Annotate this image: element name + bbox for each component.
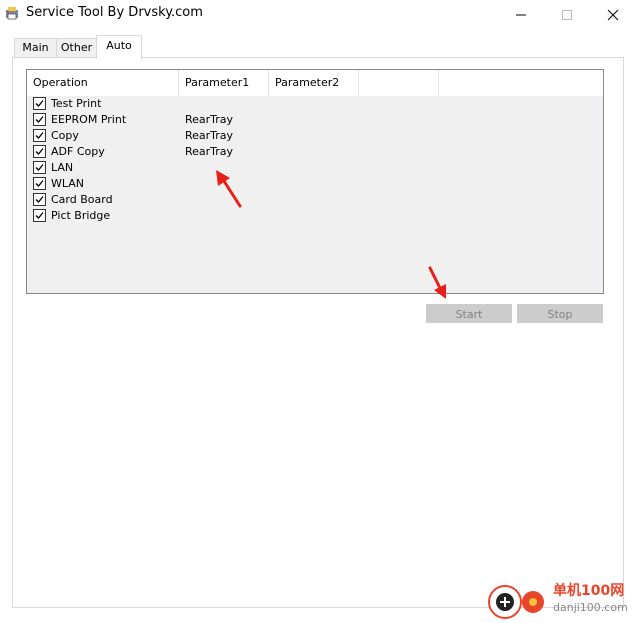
list-item[interactable]: EEPROM Print RearTray [27, 112, 603, 128]
row-checkbox[interactable] [33, 193, 46, 206]
annotation-arrow-icon [428, 266, 446, 299]
row-checkbox[interactable] [33, 209, 46, 222]
annotation-arrow-icon [216, 170, 242, 208]
row-label: Card Board [51, 193, 113, 206]
title-bar[interactable]: Service Tool By Drvsky.com [0, 0, 636, 30]
start-button[interactable]: Start [426, 304, 512, 323]
checkmark-icon [35, 132, 44, 139]
row-param1: RearTray [185, 145, 234, 158]
column-header-operation[interactable]: Operation [27, 70, 179, 96]
maximize-icon [562, 10, 572, 20]
maximize-button[interactable] [544, 0, 590, 30]
stop-button[interactable]: Stop [517, 304, 603, 323]
column-header-parameter2[interactable]: Parameter2 [269, 70, 359, 96]
checkmark-icon [35, 116, 44, 123]
row-label: WLAN [51, 177, 85, 190]
row-label: Test Print [51, 97, 102, 110]
checkmark-icon [35, 100, 44, 107]
row-label: EEPROM Print [51, 113, 127, 126]
minimize-button[interactable] [498, 0, 544, 30]
checkmark-icon [35, 164, 44, 171]
column-header-parameter1[interactable]: Parameter1 [179, 70, 269, 96]
row-label: ADF Copy [51, 145, 105, 158]
row-param1: RearTray [185, 129, 234, 142]
window-title: Service Tool By Drvsky.com [26, 5, 203, 20]
row-param1: RearTray [185, 113, 234, 126]
close-icon [607, 9, 619, 21]
list-item[interactable]: Card Board [27, 192, 603, 208]
list-item[interactable]: WLAN [27, 176, 603, 192]
tab-auto[interactable]: Auto [96, 35, 142, 59]
list-item[interactable]: Copy RearTray [27, 128, 603, 144]
checkmark-icon [35, 148, 44, 155]
list-item[interactable]: Test Print [27, 96, 603, 112]
list-item[interactable]: ADF Copy RearTray [27, 144, 603, 160]
checkmark-icon [35, 196, 44, 203]
row-checkbox[interactable] [33, 145, 46, 158]
list-item[interactable]: Pict Bridge [27, 208, 603, 224]
printer-app-icon [6, 7, 18, 20]
row-checkbox[interactable] [33, 97, 46, 110]
tab-other[interactable]: Other [56, 38, 97, 58]
minimize-icon [516, 14, 526, 16]
list-item[interactable]: LAN [27, 160, 603, 176]
row-checkbox[interactable] [33, 177, 46, 190]
row-checkbox[interactable] [33, 129, 46, 142]
row-label: LAN [51, 161, 74, 174]
column-header-empty [359, 70, 439, 96]
watermark-brand: 单机100网 [553, 583, 625, 599]
list-header: Operation Parameter1 Parameter2 [27, 70, 603, 96]
row-label: Copy [51, 129, 79, 142]
checkmark-icon [35, 212, 44, 219]
row-label: Pict Bridge [51, 209, 111, 222]
operation-list[interactable]: Operation Parameter1 Parameter2 Test Pri… [26, 69, 604, 294]
row-checkbox[interactable] [33, 113, 46, 126]
row-checkbox[interactable] [33, 161, 46, 174]
watermark-url: danji100.com [553, 601, 628, 614]
tab-main[interactable]: Main [14, 38, 57, 58]
close-button[interactable] [590, 0, 636, 30]
checkmark-icon [35, 180, 44, 187]
service-tool-window: Service Tool By Drvsky.com Main Other Au… [0, 0, 636, 623]
